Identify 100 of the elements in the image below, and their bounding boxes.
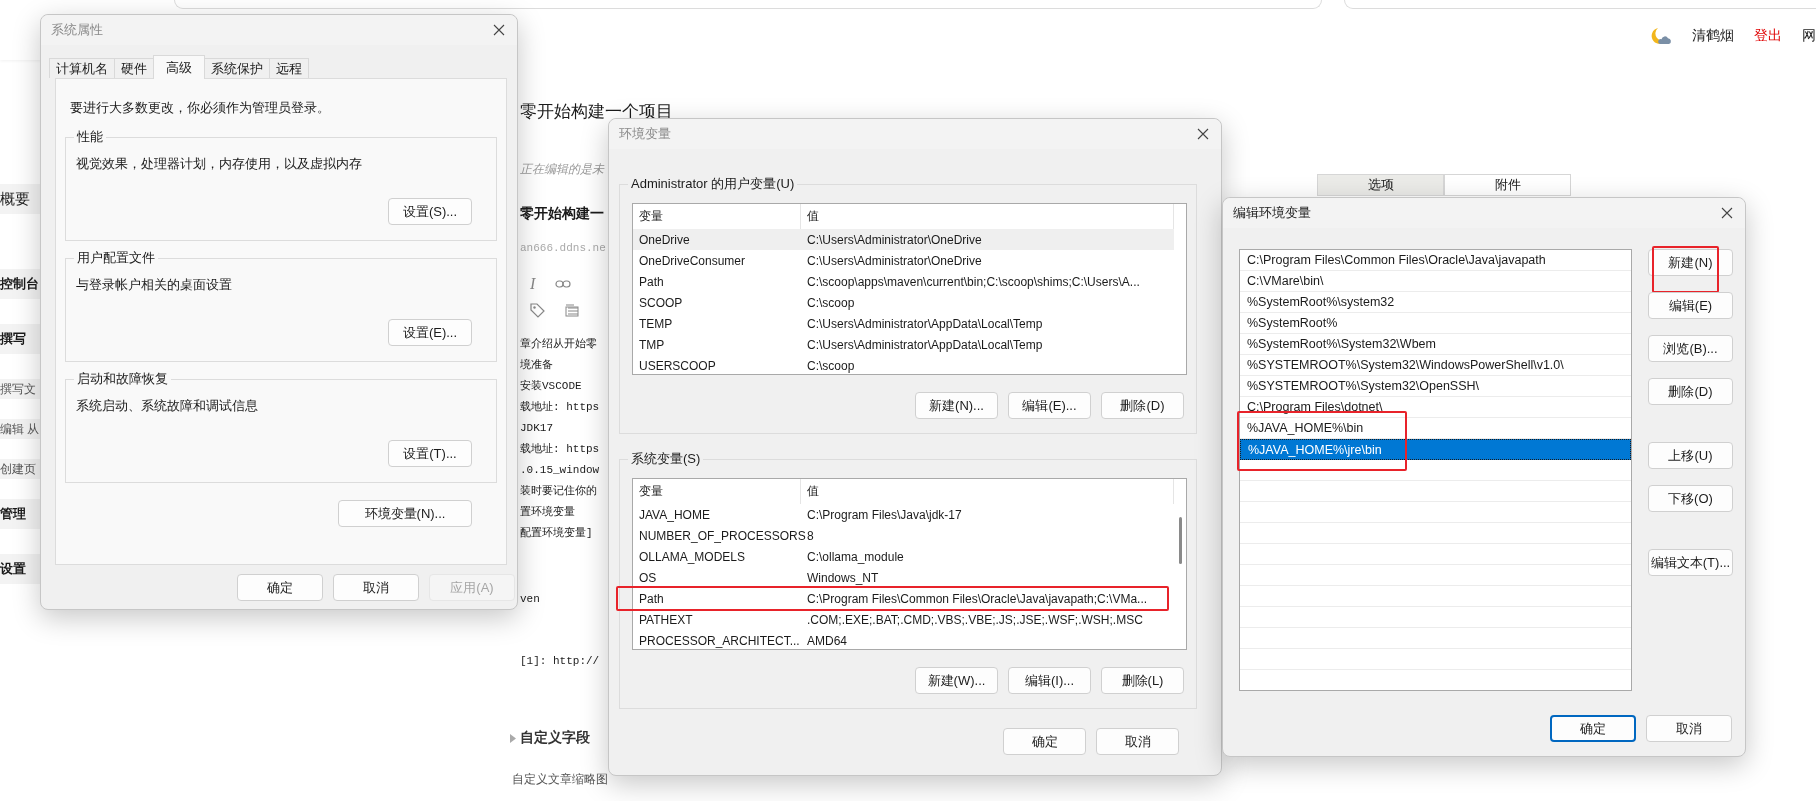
- table-cell-text: .COM;.EXE;.BAT;.CMD;.VBS;.VBE;.JS;.JSE;.WSF;.WSH;.MSC: [806, 612, 1144, 627]
- dialog-button[interactable]: 取消: [1096, 728, 1179, 755]
- tab[interactable]: 计算机名: [49, 58, 115, 78]
- dialog-button[interactable]: 新建(N)...: [915, 392, 998, 419]
- tab[interactable]: 远程: [269, 58, 309, 78]
- content-line: 置环境变量: [520, 505, 576, 520]
- list-row[interactable]: NUMBER_OF_PROCESSORS8: [633, 525, 1174, 546]
- list-row[interactable]: OneDrive C:\Users\Administrator\OneDrive: [633, 229, 1174, 250]
- dialog-button[interactable]: 确定: [237, 574, 323, 601]
- table-cell-text: OLLAMA_MODELS: [638, 549, 747, 564]
- dialog-button[interactable]: 确定: [1003, 728, 1086, 755]
- table-cell-text: Path: [638, 274, 665, 289]
- dialog-button[interactable]: 编辑(E): [1648, 292, 1733, 319]
- tag-icon[interactable]: [530, 302, 545, 318]
- tab[interactable]: 附件: [1444, 174, 1571, 196]
- close-icon[interactable]: [493, 24, 505, 36]
- column-header[interactable]: 值: [801, 479, 1174, 504]
- content-line: 载地址: https: [520, 400, 601, 415]
- dialog-button[interactable]: 上移(U): [1648, 442, 1733, 469]
- search-field[interactable]: [1344, 0, 1816, 9]
- editing-notice: 正在编辑的是未: [520, 161, 606, 177]
- env-vars-button[interactable]: 环境变量(N)...: [338, 500, 472, 527]
- group-label: 用户配置文件: [74, 250, 158, 266]
- path-list[interactable]: [1239, 249, 1632, 691]
- list-row[interactable]: OneDriveConsumer C:\Users\Administrator\OneDrive: [633, 250, 1174, 271]
- list-row[interactable]: Path C:\Program Files\Common Files\Oracle\Java\javapath;C:\VMa...: [633, 588, 1174, 609]
- content-line: 安装VSCODE: [520, 379, 583, 394]
- dialog-button[interactable]: 确定: [1550, 715, 1636, 742]
- table-cell-text: Path: [638, 591, 665, 606]
- post-title[interactable]: 零开始构建一: [520, 204, 606, 222]
- list-row[interactable]: TMP C:\Users\Administrator\AppData\Local\Temp: [633, 334, 1174, 355]
- nav-link[interactable]: 网: [1802, 27, 1816, 45]
- path-entry[interactable]: %JAVA_HOME%\jre\bin: [1240, 439, 1631, 460]
- dialog-button[interactable]: 新建(W)...: [915, 667, 998, 694]
- content-line: 章介绍从开始零: [520, 337, 598, 352]
- dialog-button[interactable]: 取消: [1646, 715, 1732, 742]
- table-cell-text: PROCESSOR_ARCHITECT...: [638, 633, 801, 648]
- list-row[interactable]: SCOOP C:\scoop: [633, 292, 1174, 313]
- list-icon[interactable]: [565, 303, 579, 317]
- table-cell-text: C:\Program Files\Common Files\Oracle\Java\javapath;C:\VMa...: [806, 591, 1149, 606]
- table-cell-text: C:\Users\Administrator\OneDrive: [806, 232, 983, 247]
- dialog-button[interactable]: 删除(D): [1648, 378, 1733, 405]
- list-row[interactable]: PROCESSOR_ARCHITECT... AMD64: [633, 630, 1174, 651]
- table-cell-text: TMP: [638, 337, 666, 352]
- table-cell-text: AMD64: [806, 633, 848, 648]
- close-icon[interactable]: [1721, 207, 1733, 219]
- scrollbar-thumb[interactable]: [1178, 517, 1182, 564]
- field-label: 自定义文章缩略图: [512, 771, 606, 788]
- close-icon[interactable]: [1197, 128, 1209, 140]
- content-line: 载地址: https: [520, 442, 601, 457]
- group-label: 性能: [74, 129, 106, 145]
- list-row[interactable]: PATHEXT .COM;.EXE;.BAT;.CMD;.VBS;.VBE;.JS;.JSE;.WSF;.WSH;.MSC: [633, 609, 1174, 630]
- list-row[interactable]: Path C:\scoop\apps\maven\current\bin;C:\scoop\shims;C:\Users\A...: [633, 271, 1174, 292]
- dialog-button[interactable]: 删除(L): [1101, 667, 1184, 694]
- group-description: 与登录帐户相关的桌面设置: [76, 277, 232, 293]
- link-icon[interactable]: [555, 279, 572, 289]
- content-line: JDK17: [520, 421, 554, 436]
- table-cell-text: USERSCOOP: [638, 358, 717, 373]
- list-row[interactable]: TEMP C:\Users\Administrator\AppData\Local\Temp: [633, 313, 1174, 334]
- table-cell-text: C:\scoop\apps\maven\current\bin;C:\scoop\shims;C:\Users\A...: [806, 274, 1141, 289]
- tab[interactable]: 系统保护: [204, 58, 270, 78]
- tab[interactable]: 选项: [1317, 174, 1444, 196]
- tab[interactable]: 高级: [153, 55, 205, 79]
- tab[interactable]: 硬件: [114, 58, 154, 78]
- table-cell-text: PATHEXT: [638, 612, 694, 627]
- column-header[interactable]: 变量: [633, 479, 801, 504]
- window-title: 编辑环境变量: [1233, 204, 1311, 222]
- dialog-button[interactable]: 删除(D): [1101, 392, 1184, 419]
- list-row[interactable]: JAVA_HOME C:\Program Files\Java\jdk-17: [633, 504, 1174, 525]
- group-description: 视觉效果，处理器计划，内存使用，以及虚拟内存: [76, 156, 362, 172]
- table-cell-text: C:\Users\Administrator\AppData\Local\Temp: [806, 316, 1044, 331]
- dialog-button[interactable]: 下移(O): [1648, 485, 1733, 512]
- dialog-button[interactable]: 编辑(I)...: [1008, 667, 1091, 694]
- table-cell-text: OneDriveConsumer: [638, 253, 747, 268]
- settings-button[interactable]: 设置(T)...: [388, 440, 472, 467]
- group-label: 系统变量(S): [628, 451, 704, 467]
- content-line: ven: [520, 592, 541, 607]
- settings-button[interactable]: 设置(S)...: [388, 198, 472, 225]
- table-cell-text: OneDrive: [638, 232, 691, 247]
- group-label: 启动和故障恢复: [74, 371, 171, 387]
- section-heading[interactable]: 自定义字段: [520, 729, 590, 747]
- list-row[interactable]: USERSCOOP C:\scoop: [633, 355, 1174, 376]
- list-row[interactable]: OS Windows_NT: [633, 567, 1174, 588]
- table-cell-text: C:\scoop: [806, 358, 856, 373]
- table-cell-text: SCOOP: [638, 295, 684, 310]
- content-line: .0.15_window: [520, 463, 601, 478]
- dialog-button[interactable]: 编辑文本(T)...: [1648, 549, 1733, 576]
- list-row[interactable]: OLLAMA_MODELS C:\ollama_module: [633, 546, 1174, 567]
- dialog-button[interactable]: 取消: [333, 574, 419, 601]
- settings-button[interactable]: 设置(E)...: [388, 319, 472, 346]
- logout-link[interactable]: 登出: [1754, 27, 1782, 45]
- caret-icon[interactable]: [510, 733, 516, 743]
- table-cell-text: OS: [638, 570, 658, 585]
- dialog-button[interactable]: 浏览(B)...: [1648, 335, 1733, 362]
- table-cell-text: C:\ollama_module: [806, 549, 905, 564]
- dialog-button[interactable]: 编辑(E)...: [1008, 392, 1091, 419]
- dialog-button[interactable]: 新建(N): [1648, 249, 1733, 276]
- user-name[interactable]: 清鹤烟: [1692, 27, 1734, 45]
- content-line: 配置环境变量]: [520, 526, 594, 541]
- italic-button[interactable]: I: [530, 275, 536, 293]
